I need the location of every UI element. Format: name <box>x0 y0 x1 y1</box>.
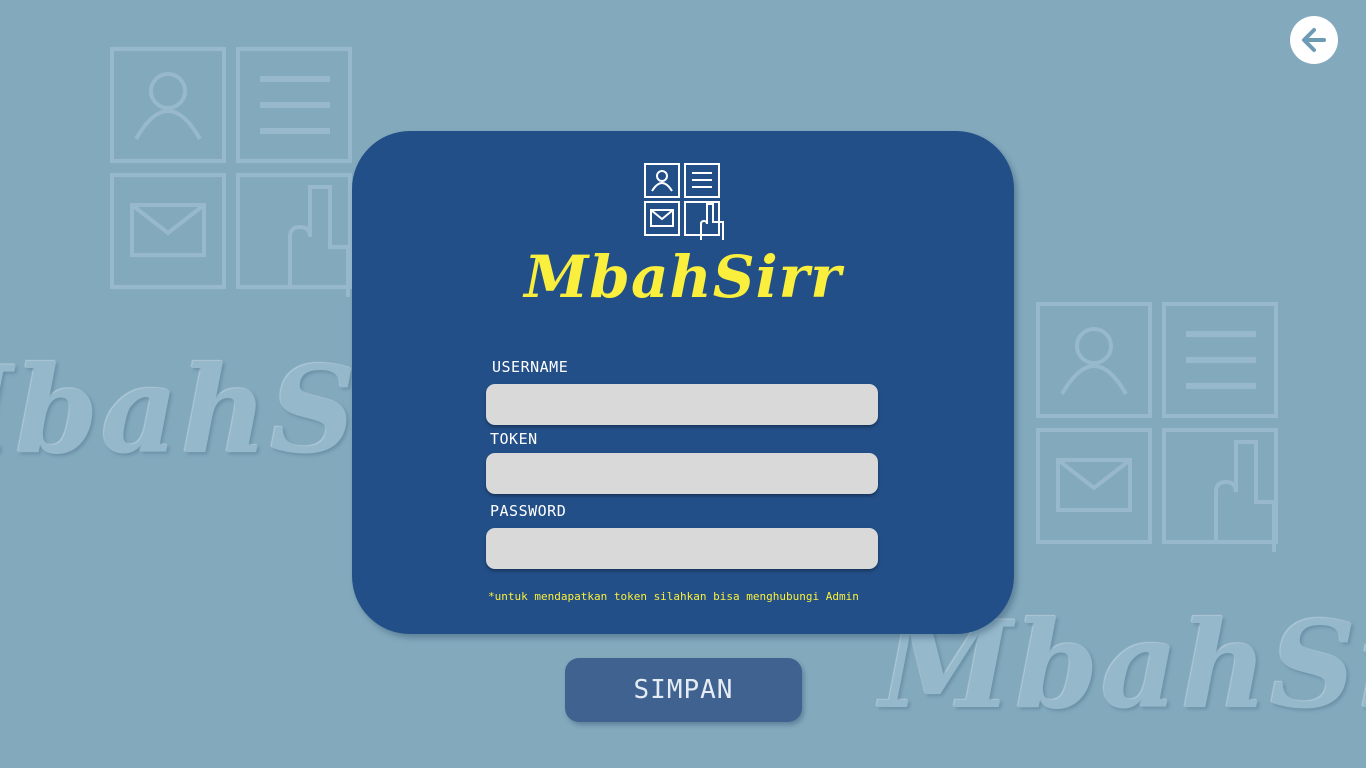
token-note: *untuk mendapatkan token silahkan bisa m… <box>488 590 859 603</box>
arrow-left-icon <box>1302 28 1326 52</box>
background-logo-icon <box>1036 302 1278 552</box>
password-label: PASSWORD <box>490 502 567 520</box>
background-logo-icon <box>110 47 352 297</box>
back-button[interactable] <box>1290 16 1338 64</box>
brand-logo-text: MbahSirr <box>524 243 842 311</box>
token-label: TOKEN <box>490 430 538 448</box>
username-label: USERNAME <box>492 358 569 376</box>
password-input[interactable] <box>486 528 878 569</box>
login-card: MbahSirr USERNAME TOKEN PASSWORD *untuk … <box>352 131 1014 634</box>
save-button[interactable]: SIMPAN <box>565 658 802 722</box>
app-logo-icon <box>644 163 724 240</box>
username-input[interactable] <box>486 384 878 425</box>
token-input[interactable] <box>486 453 878 494</box>
